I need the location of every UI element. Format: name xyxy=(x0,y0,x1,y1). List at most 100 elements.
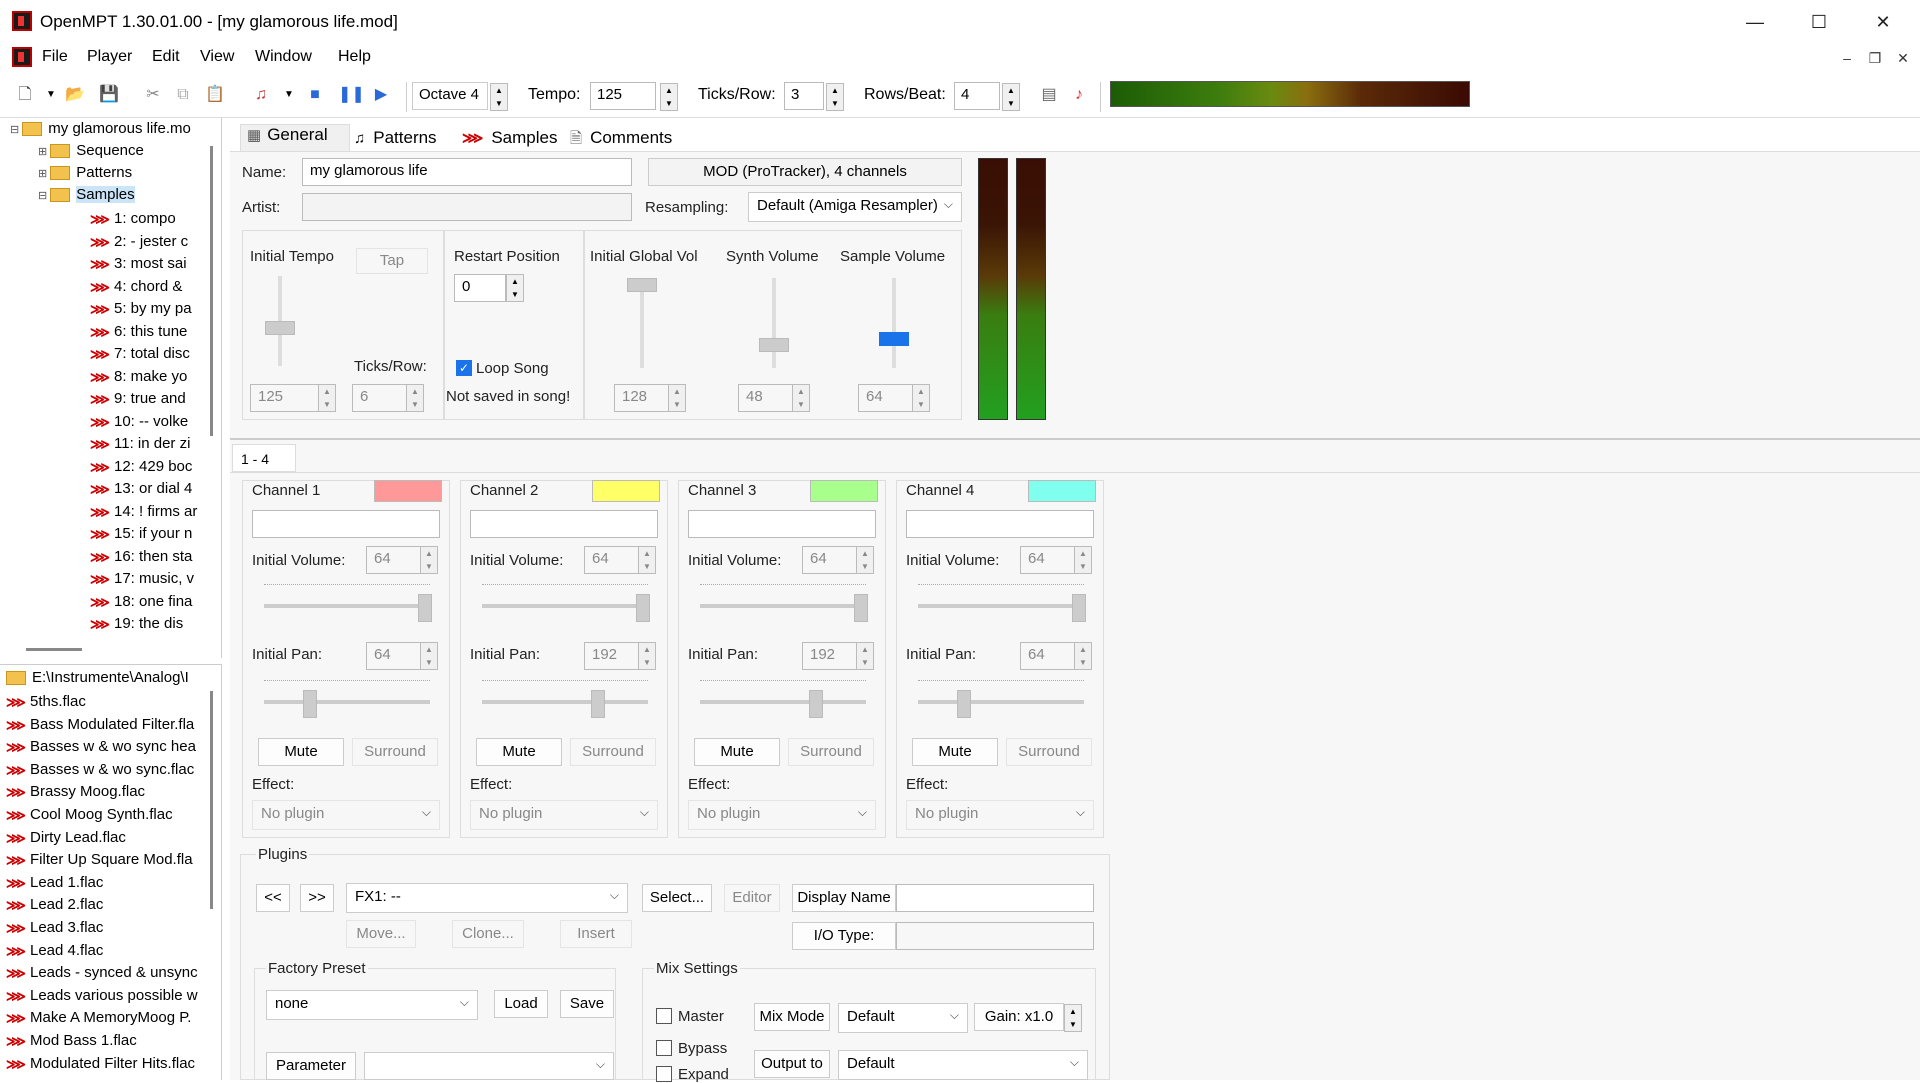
paste-icon[interactable]: 📋 xyxy=(204,84,226,106)
ticks-row-spinner[interactable]: ▲ ▼ xyxy=(406,384,424,412)
tree-sample-item[interactable]: ⋙ 19: the dis xyxy=(90,615,202,637)
tree-sample-item[interactable]: ⋙ 3: most sai xyxy=(90,255,202,277)
bypass-checkbox[interactable] xyxy=(656,1040,672,1056)
preset-select[interactable]: none ⌵ xyxy=(266,990,478,1020)
tree-sample-item[interactable]: ⋙ 11: in der zi xyxy=(90,435,202,457)
tree-sample-item[interactable]: ⋙ 12: 429 boc xyxy=(90,458,202,480)
channel-name-input[interactable] xyxy=(906,510,1094,538)
ticks-row-field[interactable]: 3 xyxy=(784,82,824,110)
file-item[interactable]: ⋙ Basses w & wo sync.flac xyxy=(6,761,202,783)
tree-sample-item[interactable]: ⋙ 18: one fina xyxy=(90,593,202,615)
mix-mode-select[interactable]: Default ⌵ xyxy=(838,1003,968,1033)
new-dropdown-icon[interactable]: ▼ xyxy=(40,84,62,106)
loop-song-checkbox[interactable]: ✓ xyxy=(456,360,472,376)
play-dropdown-icon[interactable]: ▼ xyxy=(278,84,300,106)
file-item[interactable]: ⋙ Leads - synced & unsync xyxy=(6,964,202,986)
open-folder-icon[interactable]: 📂 xyxy=(64,84,86,106)
stop-icon[interactable]: ■ xyxy=(304,84,326,106)
tree-sample-item[interactable]: ⋙ 2: - jester c xyxy=(90,233,202,255)
tree-sample-item[interactable]: ⋙ 17: music, v xyxy=(90,570,202,592)
initial-pan-spinner[interactable]: ▲ ▼ xyxy=(1074,642,1092,670)
file-item[interactable]: ⋙ Mod Bass 1.flac xyxy=(6,1032,202,1054)
mdi-restore-icon[interactable]: ❐ xyxy=(1864,50,1886,67)
tempo-spinner[interactable]: ▲ ▼ xyxy=(660,83,678,111)
global-vol-field[interactable]: 128 xyxy=(614,384,670,412)
initial-volume-field[interactable]: 64 xyxy=(802,546,858,574)
tree-sample-item[interactable]: ⋙ 6: this tune xyxy=(90,323,202,345)
copy-icon[interactable]: ⧉ xyxy=(172,84,194,106)
file-item[interactable]: ⋙ Dirty Lead.flac xyxy=(6,829,202,851)
file-item[interactable]: ⋙ Lead 1.flac xyxy=(6,874,202,896)
menu-player[interactable]: Player xyxy=(87,48,132,66)
channel-color-swatch[interactable] xyxy=(374,480,442,502)
save-icon[interactable]: 💾 xyxy=(98,84,120,106)
initial-pan-spinner[interactable]: ▲ ▼ xyxy=(420,642,438,670)
tempo-field[interactable]: 125 xyxy=(590,82,656,110)
gain-field[interactable]: Gain: x1.0 xyxy=(974,1003,1064,1031)
ticks-row-spinner[interactable]: ▲ ▼ xyxy=(826,83,844,111)
file-item[interactable]: ⋙ Lead 2.flac xyxy=(6,896,202,918)
tap-button[interactable]: Tap xyxy=(356,248,428,274)
master-checkbox[interactable] xyxy=(656,1008,672,1024)
file-item[interactable]: ⋙ Leads various possible w xyxy=(6,987,202,1009)
channel-color-swatch[interactable] xyxy=(592,480,660,502)
tree-sample-item[interactable]: ⋙ 9: true and xyxy=(90,390,202,412)
restart-position-spinner[interactable]: ▲ ▼ xyxy=(506,274,524,302)
menu-edit[interactable]: Edit xyxy=(152,48,180,66)
tab-comments[interactable]: 🗎 Comments xyxy=(570,128,672,153)
pan-slider[interactable] xyxy=(303,690,317,718)
initial-pan-field[interactable]: 64 xyxy=(1020,642,1076,670)
channel-color-swatch[interactable] xyxy=(1028,480,1096,502)
initial-pan-field[interactable]: 64 xyxy=(366,642,422,670)
initial-volume-field[interactable]: 64 xyxy=(584,546,640,574)
effect-select[interactable]: No plugin ⌵ xyxy=(906,800,1094,830)
tree-samples[interactable]: ⊟ Samples xyxy=(38,186,135,208)
insert-button[interactable]: Insert xyxy=(560,920,632,948)
menu-help[interactable]: Help xyxy=(338,48,371,66)
file-item[interactable]: ⋙ Filter Up Square Mod.fla xyxy=(6,851,202,873)
fx-select[interactable]: FX1: -- ⌵ xyxy=(346,883,628,913)
splitter[interactable] xyxy=(230,438,1920,440)
file-item[interactable]: ⋙ Basses w & wo sync hea xyxy=(6,738,202,760)
initial-volume-field[interactable]: 64 xyxy=(366,546,422,574)
volume-slider[interactable] xyxy=(636,594,650,622)
mute-button[interactable]: Mute xyxy=(476,738,562,766)
octave-spinner[interactable]: ▲ ▼ xyxy=(490,83,508,111)
surround-button[interactable]: Surround xyxy=(352,738,438,766)
initial-volume-field[interactable]: 64 xyxy=(1020,546,1076,574)
tab-samples[interactable]: ⋙ Samples xyxy=(462,128,557,148)
global-vol-slider[interactable] xyxy=(627,278,657,292)
volume-slider[interactable] xyxy=(1072,594,1086,622)
pan-slider[interactable] xyxy=(957,690,971,718)
new-file-icon[interactable]: 🗋 xyxy=(14,84,36,106)
tree-sample-item[interactable]: ⋙ 15: if your n xyxy=(90,525,202,547)
tree-sample-item[interactable]: ⋙ 5: by my pa xyxy=(90,300,202,322)
move-button[interactable]: Move... xyxy=(346,920,416,948)
tree-sample-item[interactable]: ⋙ 1: compo xyxy=(90,210,202,232)
effect-select[interactable]: No plugin ⌵ xyxy=(470,800,658,830)
surround-button[interactable]: Surround xyxy=(1006,738,1092,766)
initial-pan-spinner[interactable]: ▲ ▼ xyxy=(638,642,656,670)
pan-slider[interactable] xyxy=(809,690,823,718)
tab-patterns[interactable]: ♫ Patterns xyxy=(354,128,437,148)
tree-sample-item[interactable]: ⋙ 13: or dial 4 xyxy=(90,480,202,502)
octave-field[interactable]: Octave 4 xyxy=(412,82,488,110)
metronome-icon[interactable]: ♪ xyxy=(1068,84,1090,106)
rows-beat-spinner[interactable]: ▲ ▼ xyxy=(1002,83,1020,111)
parameter-select[interactable]: ⌵ xyxy=(364,1052,614,1080)
restart-position-field[interactable]: 0 xyxy=(454,274,506,302)
file-item[interactable]: ⋙ 5ths.flac xyxy=(6,693,202,715)
channel-name-input[interactable] xyxy=(470,510,658,538)
surround-button[interactable]: Surround xyxy=(788,738,874,766)
prev-plugin-button[interactable]: << xyxy=(256,884,290,912)
global-vol-spinner[interactable]: ▲ ▼ xyxy=(668,384,686,412)
initial-tempo-spinner[interactable]: ▲ ▼ xyxy=(318,384,336,412)
select-plugin-button[interactable]: Select... xyxy=(642,884,712,912)
display-name-input[interactable] xyxy=(896,884,1094,912)
file-path[interactable]: E:\Instrumente\Analog\I xyxy=(6,669,202,691)
channel-color-swatch[interactable] xyxy=(810,480,878,502)
channel-name-input[interactable] xyxy=(688,510,876,538)
next-plugin-button[interactable]: >> xyxy=(300,884,334,912)
play-from-start-icon[interactable]: ▶ xyxy=(370,84,392,106)
synth-vol-spinner[interactable]: ▲ ▼ xyxy=(792,384,810,412)
